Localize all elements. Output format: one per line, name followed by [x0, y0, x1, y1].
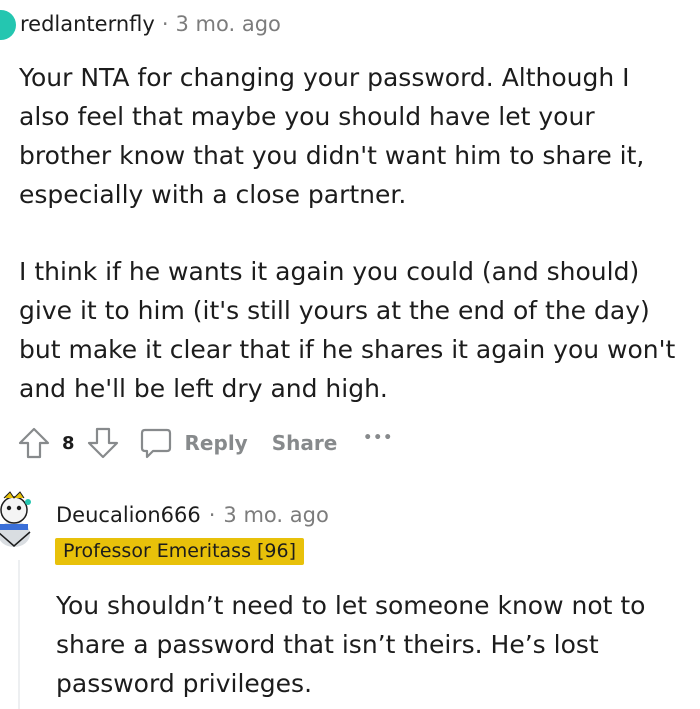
user-avatar[interactable] — [0, 490, 38, 548]
reply-label: Reply — [184, 431, 248, 455]
comment-paragraph: Your NTA for changing your password. Alt… — [19, 63, 645, 209]
reply-button[interactable]: Reply — [139, 426, 248, 460]
share-button[interactable]: Share — [272, 431, 338, 455]
comment-header: Deucalion666 · 3 mo. ago — [56, 503, 329, 527]
upvote-icon[interactable] — [16, 425, 52, 461]
meta-separator: · — [161, 12, 169, 36]
downvote-icon[interactable] — [85, 425, 121, 461]
vote-count: 8 — [62, 432, 75, 454]
more-options-icon[interactable]: ••• — [363, 430, 393, 446]
comment-author[interactable]: redlanternfly — [20, 12, 155, 36]
comment-paragraph: You shouldn’t need to let someone know n… — [56, 591, 646, 698]
comment-body: Your NTA for changing your password. Alt… — [19, 58, 684, 408]
user-avatar[interactable] — [0, 10, 16, 40]
comment-actions: 8 Reply Share ••• — [16, 422, 393, 464]
comment-bubble-icon — [139, 426, 173, 460]
comment-timestamp[interactable]: 3 mo. ago — [223, 503, 328, 527]
user-flair: Professor Emeritass [96] — [55, 538, 305, 565]
user-flair-container: Professor Emeritass [96] — [55, 538, 305, 565]
comment-header: redlanternfly · 3 mo. ago — [20, 12, 281, 36]
comment-timestamp[interactable]: 3 mo. ago — [176, 12, 281, 36]
comment-paragraph: I think if he wants it again you could (… — [19, 257, 676, 403]
comment-author[interactable]: Deucalion666 — [56, 503, 201, 527]
comment-body: You shouldn’t need to let someone know n… — [56, 586, 666, 703]
thread-line[interactable] — [18, 560, 20, 709]
meta-separator: · — [208, 503, 216, 527]
avatar-illustration — [0, 491, 31, 547]
